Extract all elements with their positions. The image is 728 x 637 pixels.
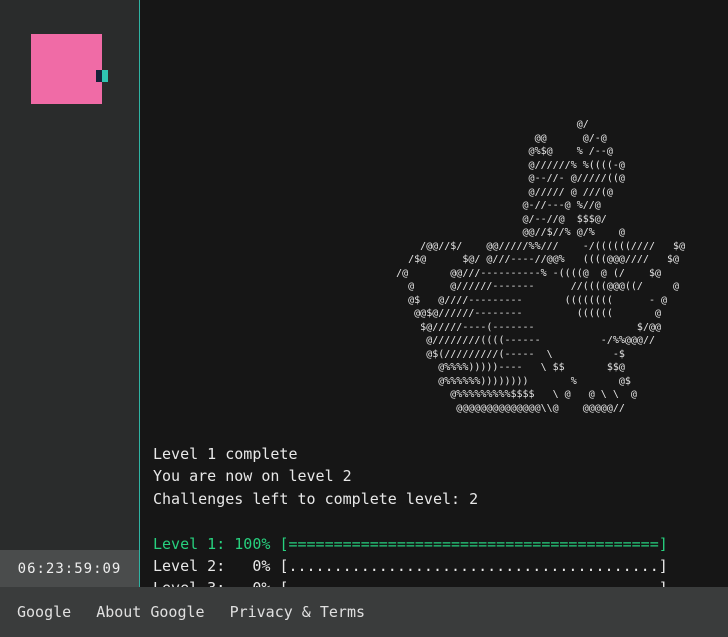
footer-link-about-google[interactable]: About Google xyxy=(96,603,204,621)
level-progress-row: Level 1: 100% [=========================… xyxy=(153,535,668,553)
level-progress-label: Level 3: 0% xyxy=(153,579,270,587)
footer-bar: Google About Google Privacy & Terms xyxy=(0,587,728,637)
swatch-notch-teal xyxy=(102,70,108,82)
level-progress-row: Level 3: 0% [...........................… xyxy=(153,579,668,587)
footer-link-privacy-terms[interactable]: Privacy & Terms xyxy=(230,603,365,621)
level-progress-label: Level 1: 100% xyxy=(153,535,271,553)
level-progress-bar: [.......................................… xyxy=(279,557,668,575)
sidebar: 06:23:59:09 xyxy=(0,0,140,587)
countdown-clock: 06:23:59:09 xyxy=(0,550,139,587)
level-progress-row: Level 2: 0% [...........................… xyxy=(153,557,668,575)
level-progress-label: Level 2: 0% xyxy=(153,557,271,575)
terminal-area: @/ @@ @/-@ @%$@ % /--@ @//////% %((((-@ … xyxy=(140,0,728,587)
current-level-text: You are now on level 2 xyxy=(153,467,352,485)
level-complete-text: Level 1 complete xyxy=(153,445,298,463)
color-swatch xyxy=(31,34,108,104)
ascii-art: @/ @@ @/-@ @%$@ % /--@ @//////% %((((-@ … xyxy=(396,119,686,414)
level-progress-bar: [=======================================… xyxy=(279,535,668,553)
level-progress-bar: [.......................................… xyxy=(279,579,667,587)
challenges-left-text: Challenges left to complete level: 2 xyxy=(153,490,479,508)
footer-link-google[interactable]: Google xyxy=(17,603,71,621)
